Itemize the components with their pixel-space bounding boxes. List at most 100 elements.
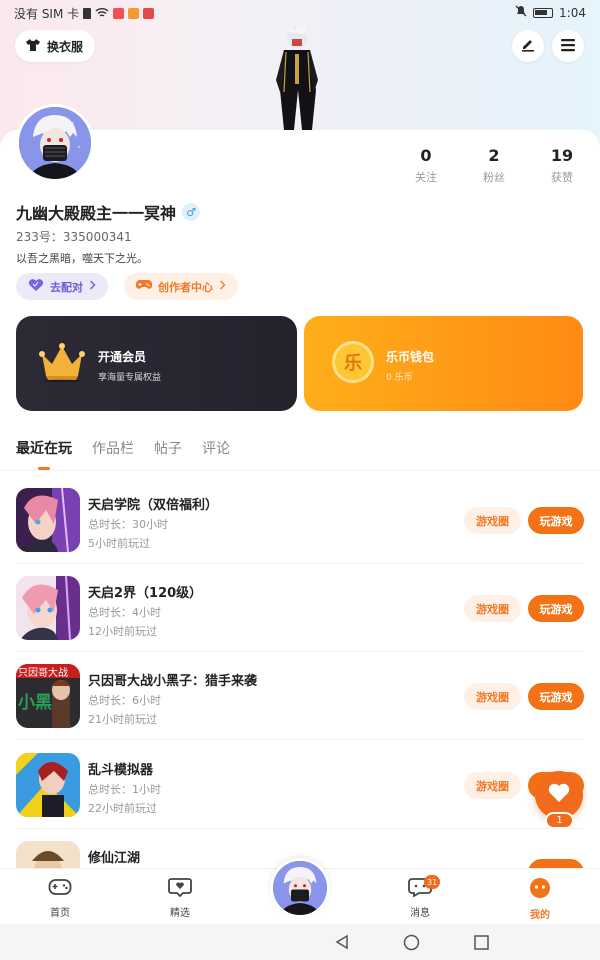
membership-card[interactable]: 开通会员 享海量专属权益	[16, 316, 297, 411]
game-title: 修仙江湖	[88, 851, 141, 866]
total-play-time: 总时长：1小时	[88, 783, 161, 796]
nav-home-label: 首页	[50, 908, 70, 919]
following-label: 关注	[415, 171, 437, 184]
shirt-icon	[25, 38, 41, 55]
game-title: 只因哥大战小黑子：猎手来袭	[88, 674, 258, 689]
status-bar: 没有 SIM 卡 1:04	[0, 0, 600, 26]
total-play-time: 总时长：6小时	[88, 694, 161, 707]
wallet-title: 乐币钱包	[386, 350, 435, 364]
username: 九幽大殿殿主一一冥神 ♂	[16, 200, 201, 224]
match-label: 去配对	[50, 280, 83, 294]
nav-home[interactable]: 首页	[30, 877, 90, 919]
game-circle-button[interactable]: 游戏圈	[464, 507, 521, 534]
match-button[interactable]: 去配对	[16, 273, 108, 300]
following-count: 0	[420, 146, 432, 165]
likes-stat[interactable]: 19 获赞	[532, 146, 592, 185]
creator-center-label: 创作者中心	[158, 280, 213, 294]
system-navigation-bar	[0, 924, 600, 960]
membership-title: 开通会员	[98, 350, 147, 364]
game-thumbnail[interactable]	[16, 488, 80, 552]
gamepad-icon	[136, 279, 152, 294]
avatar-character-figure[interactable]	[262, 24, 332, 130]
game-circle-button[interactable]: 游戏圈	[464, 683, 521, 710]
change-outfit-button[interactable]: 换衣服	[15, 30, 96, 62]
heart-chat-icon	[168, 877, 192, 900]
play-game-button[interactable]: 玩游戏	[528, 683, 584, 710]
creator-center-button[interactable]: 创作者中心	[124, 273, 238, 300]
nav-mine[interactable]: 我的	[510, 877, 570, 921]
game-circle-button[interactable]: 游戏圈	[464, 595, 521, 622]
tab-recently-played[interactable]: 最近在玩	[16, 438, 72, 470]
chevron-right-icon	[219, 280, 226, 293]
menu-button[interactable]	[552, 30, 584, 62]
nav-avatar-button[interactable]	[270, 858, 330, 918]
heart-icon	[548, 783, 570, 807]
wallet-balance: 0 乐币	[386, 373, 413, 383]
game-thumbnail[interactable]	[16, 841, 80, 868]
like-count-badge: 1	[545, 812, 574, 829]
row-divider	[16, 739, 584, 740]
tab-divider	[0, 470, 600, 471]
tab-posts[interactable]: 帖子	[154, 438, 182, 458]
messages-unread-badge: 31	[424, 875, 441, 889]
wallet-card[interactable]: 乐 乐币钱包 0 乐币	[304, 316, 583, 411]
last-played: 22小时前玩过	[88, 802, 157, 815]
hamburger-icon	[560, 37, 576, 56]
battery-icon	[533, 7, 554, 18]
row-divider	[16, 563, 584, 564]
game-thumbnail[interactable]	[16, 753, 80, 817]
likes-received-count: 19	[550, 146, 574, 165]
last-played: 12小时前玩过	[88, 625, 157, 638]
sim-icon	[83, 8, 92, 19]
play-game-button[interactable]	[528, 859, 584, 868]
tab-works[interactable]: 作品栏	[92, 438, 134, 458]
play-game-button[interactable]: 玩游戏	[528, 507, 584, 534]
game-circle-button[interactable]: 游戏圈	[464, 772, 521, 799]
tab-comments[interactable]: 评论	[202, 438, 230, 458]
row-divider	[16, 828, 584, 829]
carrier-text: 没有 SIM 卡	[14, 7, 80, 21]
back-icon[interactable]	[334, 934, 350, 954]
gamepad-icon	[48, 877, 72, 900]
following-stat[interactable]: 0 关注	[396, 146, 456, 185]
total-play-time: 总时长：30小时	[88, 518, 168, 531]
wifi-icon	[95, 7, 109, 21]
heart-icon	[28, 278, 44, 295]
nav-messages-label: 消息	[410, 908, 430, 919]
username-text: 九幽大殿殿主一一冥神	[16, 204, 177, 223]
male-gender-icon: ♂	[182, 203, 201, 221]
fans-label: 粉丝	[483, 171, 505, 184]
home-circle-icon[interactable]	[403, 934, 420, 955]
fans-stat[interactable]: 2 粉丝	[464, 146, 524, 185]
nav-featured-label: 精选	[170, 908, 190, 919]
fans-count: 2	[488, 146, 500, 165]
total-play-time: 总时长：4小时	[88, 606, 161, 619]
nav-mine-label: 我的	[530, 910, 550, 921]
notification-app-icon	[143, 8, 155, 19]
clock: 1:04	[559, 5, 586, 20]
crown-icon	[38, 342, 86, 386]
notification-app-icon	[128, 8, 140, 19]
thumb-text: 只因哥大战	[18, 666, 68, 679]
profile-face-icon	[528, 877, 552, 902]
nav-avatar-image	[273, 861, 327, 915]
nav-messages[interactable]: 消息	[390, 877, 450, 919]
notification-app-icon	[113, 8, 125, 19]
recents-square-icon[interactable]	[474, 935, 489, 954]
coin-icon: 乐	[332, 341, 374, 383]
play-game-button[interactable]: 玩游戏	[528, 595, 584, 622]
row-divider	[16, 651, 584, 652]
profile-tabs: 最近在玩 作品栏 帖子 评论	[16, 438, 230, 470]
edit-profile-button[interactable]	[512, 30, 544, 62]
likes-received-label: 获赞	[551, 171, 573, 184]
last-played: 21小时前玩过	[88, 713, 157, 726]
user-id[interactable]: 233号：335000341	[16, 228, 132, 245]
change-outfit-label: 换衣服	[47, 39, 84, 54]
game-thumbnail[interactable]: 只因哥大战 小黑子	[16, 664, 80, 728]
user-avatar[interactable]	[16, 104, 94, 182]
user-bio: 以吾之黑暗，噬天下之光。	[16, 252, 148, 265]
nav-featured[interactable]: 精选	[150, 877, 210, 919]
last-played: 5小时前玩过	[88, 537, 150, 550]
game-title: 乱斗模拟器	[88, 763, 154, 778]
game-thumbnail[interactable]	[16, 576, 80, 640]
